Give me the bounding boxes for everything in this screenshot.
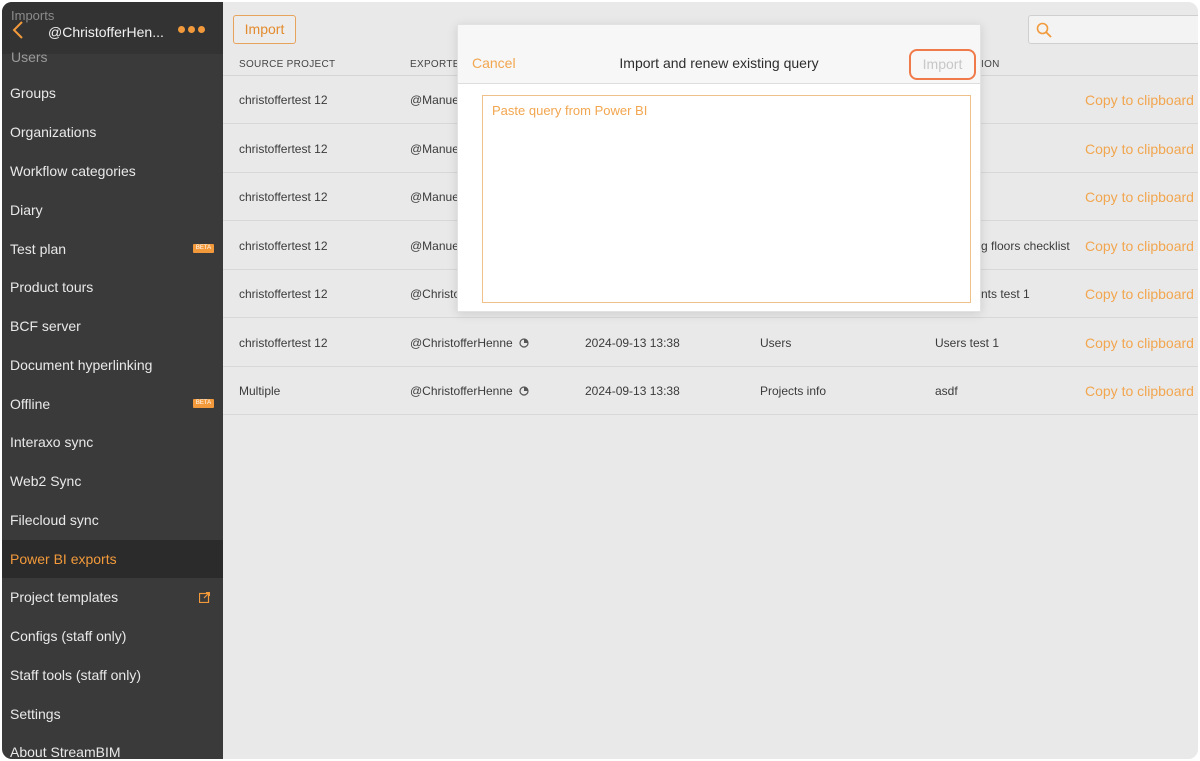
sidebar-item-product-tours[interactable]: Product tours xyxy=(2,268,223,306)
sidebar-item-staff-tools[interactable]: Staff tools (staff only) xyxy=(2,656,223,694)
sidebar-item-label: Power BI exports xyxy=(10,551,117,567)
sidebar-item-filecloud-sync[interactable]: Filecloud sync xyxy=(2,501,223,539)
sidebar-item-label: Project templates xyxy=(10,589,119,605)
chevron-left-icon[interactable] xyxy=(12,20,24,44)
column-header-description[interactable]: ION xyxy=(981,59,1000,70)
sidebar-item-test-plan[interactable]: Test plan BETA xyxy=(2,230,223,268)
exported-by-name: @ChristofferHenne xyxy=(410,384,513,398)
copy-to-clipboard-link[interactable]: Copy to clipboard xyxy=(1085,125,1194,173)
cell-type: Projects info xyxy=(760,384,827,398)
table-row: Multiple @ChristofferHenne 2024-09-13 13… xyxy=(223,367,1198,415)
sidebar-item-workflow-categories[interactable]: Workflow categories xyxy=(2,152,223,190)
sidebar-item-settings[interactable]: Settings xyxy=(2,695,223,733)
cell-source-project: christoffertest 12 xyxy=(239,142,328,156)
cell-source-project: christoffertest 12 xyxy=(239,239,328,253)
cell-exported-by: @ChristofferHenne xyxy=(410,367,529,415)
sidebar-item-label: Organizations xyxy=(10,124,97,140)
user-info-icon xyxy=(519,386,529,396)
sidebar-item-label: Web2 Sync xyxy=(10,473,82,489)
more-dots-icon[interactable] xyxy=(178,26,205,33)
current-user-name[interactable]: @ChristofferHen... xyxy=(48,24,166,40)
sidebar-item-configs[interactable]: Configs (staff only) xyxy=(2,617,223,655)
copy-to-clipboard-link[interactable]: Copy to clipboard xyxy=(1085,270,1194,318)
cell-type: Users xyxy=(760,336,792,350)
copy-to-clipboard-link[interactable]: Copy to clipboard xyxy=(1085,222,1194,270)
sidebar-item-organizations[interactable]: Organizations xyxy=(2,113,223,151)
cell-source-project: christoffertest 12 xyxy=(239,336,328,350)
sidebar-item-label: Product tours xyxy=(10,279,94,295)
sidebar-item-about[interactable]: About StreamBIM xyxy=(2,733,223,759)
sidebar-item-power-bi-exports[interactable]: Power BI exports xyxy=(2,540,223,578)
cell-name: nts test 1 xyxy=(981,287,1030,301)
sidebar-item-label: Settings xyxy=(10,706,61,722)
cell-name: g floors checklist xyxy=(981,239,1070,253)
sidebar-item-label: BCF server xyxy=(10,318,81,334)
cell-exported-by: @Manuel xyxy=(410,93,462,107)
modal-header: Cancel Import and renew existing query I… xyxy=(458,25,980,84)
beta-badge: BETA xyxy=(193,399,214,408)
sidebar-item-project-templates[interactable]: Project templates xyxy=(2,578,223,616)
search-input[interactable] xyxy=(1028,15,1198,44)
cell-exported-by: @Manuel xyxy=(410,239,462,253)
sidebar-item-label: About StreamBIM xyxy=(10,744,121,759)
sidebar: Imports @ChristofferHen... Users Groups … xyxy=(2,2,223,759)
cell-source-project: christoffertest 12 xyxy=(239,190,328,204)
cell-exported-by: @Christo xyxy=(410,287,461,301)
sidebar-item-label: Test plan xyxy=(10,241,67,257)
cell-exported-by: @Manuel xyxy=(410,190,462,204)
sidebar-item-label: Offline xyxy=(10,396,51,412)
modal-import-button[interactable]: Import xyxy=(909,49,976,80)
search-icon xyxy=(1036,22,1052,38)
sidebar-item-label: Diary xyxy=(10,202,43,218)
cell-name: asdf xyxy=(935,384,958,398)
external-link-icon xyxy=(199,592,210,603)
sidebar-item-diary[interactable]: Diary xyxy=(2,191,223,229)
query-textarea[interactable] xyxy=(482,95,971,303)
column-header-source-project[interactable]: SOURCE PROJECT xyxy=(239,59,335,70)
copy-to-clipboard-link[interactable]: Copy to clipboard xyxy=(1085,173,1194,221)
sidebar-item-bcf-server[interactable]: BCF server xyxy=(2,307,223,345)
import-query-modal: Cancel Import and renew existing query I… xyxy=(457,24,981,312)
app-window: Imports @ChristofferHen... Users Groups … xyxy=(2,2,1198,759)
import-button[interactable]: Import xyxy=(233,15,296,44)
sidebar-item-label: Interaxo sync xyxy=(10,434,94,450)
sidebar-item-users[interactable]: Users xyxy=(11,49,48,65)
sidebar-item-label: Filecloud sync xyxy=(10,512,99,528)
modal-title: Import and renew existing query xyxy=(619,55,819,71)
copy-to-clipboard-link[interactable]: Copy to clipboard xyxy=(1085,76,1194,124)
cell-exported-by: @Manuel xyxy=(410,142,462,156)
sidebar-item-label: Groups xyxy=(10,85,56,101)
sidebar-item-offline[interactable]: Offline BETA xyxy=(2,385,223,423)
sidebar-item-web2-sync[interactable]: Web2 Sync xyxy=(2,462,223,500)
cell-source-project: christoffertest 12 xyxy=(239,93,328,107)
cell-date: 2024-09-13 13:38 xyxy=(585,384,680,398)
exported-by-name: @ChristofferHenne xyxy=(410,336,513,350)
sidebar-item-groups[interactable]: Groups xyxy=(2,74,223,112)
sidebar-item-interaxo-sync[interactable]: Interaxo sync xyxy=(2,423,223,461)
sidebar-item-label: Configs (staff only) xyxy=(10,628,127,644)
table-row: christoffertest 12 @ChristofferHenne 202… xyxy=(223,319,1198,367)
sidebar-item-label: Document hyperlinking xyxy=(10,357,153,373)
user-info-icon xyxy=(519,338,529,348)
copy-to-clipboard-link[interactable]: Copy to clipboard xyxy=(1085,319,1194,367)
sidebar-item-label: Staff tools (staff only) xyxy=(10,667,141,683)
main-content: Import SOURCE PROJECT EXPORTED ION chris… xyxy=(223,2,1198,759)
sidebar-item-label: Workflow categories xyxy=(10,163,136,179)
cell-exported-by: @ChristofferHenne xyxy=(410,319,529,367)
cell-source-project: christoffertest 12 xyxy=(239,287,328,301)
cell-name: Users test 1 xyxy=(935,336,1000,350)
sidebar-header: Imports @ChristofferHen... xyxy=(2,2,223,54)
sidebar-item-document-hyperlinking[interactable]: Document hyperlinking xyxy=(2,346,223,384)
beta-badge: BETA xyxy=(193,244,214,253)
cell-date: 2024-09-13 13:38 xyxy=(585,336,680,350)
cell-source-project: Multiple xyxy=(239,384,281,398)
copy-to-clipboard-link[interactable]: Copy to clipboard xyxy=(1085,367,1194,415)
